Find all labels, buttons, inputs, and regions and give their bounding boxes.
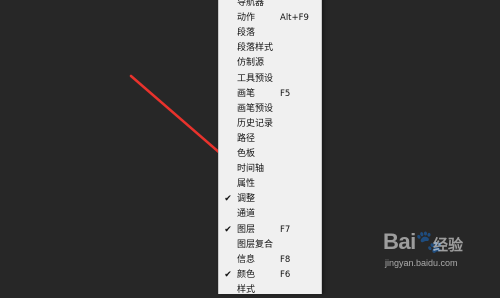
menu-item-label: 历史记录 [237,118,274,129]
menu-item-label: 工具预设 [237,73,274,84]
menu-item-label: 信息 [237,254,256,265]
menu-item[interactable]: 画笔预设 [219,102,321,117]
baidu-watermark-suffix: 经验 [433,236,464,254]
menu-item[interactable]: 导航器 [219,0,321,11]
menu-item[interactable]: 属性 [219,177,321,192]
menu-item-label: 通道 [237,209,256,220]
menu-item[interactable]: 色板 [219,147,321,162]
menu-item[interactable]: 工具预设 [219,72,321,87]
menu-item-shortcut: Alt+F9 [280,13,309,24]
menu-item-label: 动作 [237,13,256,24]
menu-item[interactable]: 信息 F8 [219,253,321,268]
menu-item-label: 画笔 [237,88,256,99]
menu-item[interactable]: 路径 [219,132,321,147]
checkmark-icon: ✔ [224,194,232,205]
menu-item-label: 样式 [237,284,256,295]
menu-item-label: 时间轴 [237,164,265,175]
menu-item[interactable]: 动作 Alt+F9 [219,11,321,26]
menu-item[interactable]: 段落样式 [219,41,321,56]
menu-item-label: 段落样式 [237,43,274,54]
menu-item-label: 路径 [237,133,256,144]
menu-item[interactable]: 样式 [219,283,321,298]
menu-item-label: 图层复合 [237,239,274,250]
menu-item[interactable]: ✔ 颜色 F6 [219,268,321,283]
menu-item-label: 属性 [237,179,256,190]
window-menu-dropdown: 导航器动作 Alt+F9 段落段落样式仿制源工具预设画笔 F5 画笔预设历史记录路径色板… [218,0,322,295]
menu-item-label: 图层 [237,224,256,235]
menu-item[interactable]: ✔ 调整 [219,192,321,207]
menu-item-label: 调整 [237,194,256,205]
menu-item-label: 段落 [237,28,256,39]
menu-item[interactable]: 通道 [219,207,321,222]
menu-item-shortcut: F6 [280,269,291,280]
baidu-watermark-url: jingyan.baidu.com [385,258,458,268]
menu-item-label: 导航器 [237,0,265,8]
menu-item[interactable]: 段落 [219,26,321,41]
menu-item-label: 颜色 [237,269,256,280]
menu-item[interactable]: 图层复合 [219,238,321,253]
menu-item-shortcut: F7 [280,224,291,235]
menu-item[interactable]: 历史记录 [219,117,321,132]
menu-item-label: 仿制源 [237,58,265,69]
menu-item-shortcut: F5 [280,88,291,99]
menu-item[interactable]: ✔ 图层 F7 [219,223,321,238]
menu-item[interactable]: 画笔 F5 [219,87,321,102]
menu-item-label: 画笔预设 [237,103,274,114]
menu-item-shortcut: F8 [280,254,291,265]
checkmark-icon: ✔ [224,224,232,235]
menu-item[interactable]: 仿制源 [219,56,321,71]
menu-item[interactable]: 时间轴 [219,162,321,177]
menu-item-label: 色板 [237,149,256,159]
checkmark-icon: ✔ [224,269,232,280]
